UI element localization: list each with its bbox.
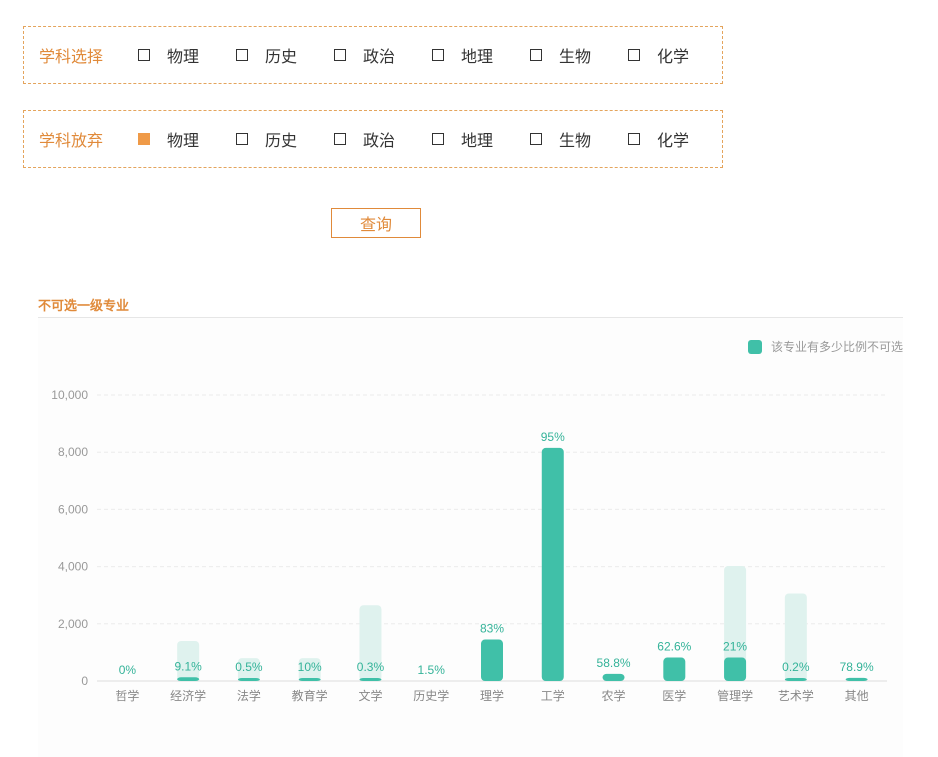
bar [724, 657, 747, 681]
y-tick-label: 2,000 [58, 617, 88, 631]
data-label: 0% [119, 663, 137, 677]
y-tick-label: 8,000 [58, 445, 88, 459]
data-label: 58.8% [597, 656, 631, 670]
x-tick-label: 管理学 [717, 688, 753, 703]
bar-chart: 0 2,000 4,000 6,000 8,000 10,000 0% 哲学 9.1% 经济学 0.… [51, 388, 887, 703]
bar [177, 677, 200, 681]
bar [359, 678, 382, 681]
bar [298, 678, 321, 681]
x-tick-label: 医学 [662, 688, 686, 703]
x-tick-label: 法学 [237, 688, 261, 703]
x-tick-label: 农学 [602, 688, 626, 703]
x-tick-label: 哲学 [115, 688, 139, 703]
data-label: 95% [541, 430, 565, 444]
y-tick-label: 10,000 [51, 388, 88, 402]
x-tick-label: 艺术学 [778, 688, 814, 703]
data-label: 0.5% [235, 660, 263, 674]
data-label: 62.6% [657, 640, 691, 654]
bar [784, 678, 807, 681]
bar [481, 639, 503, 681]
bar [845, 677, 868, 681]
data-label: 78.9% [840, 660, 874, 674]
y-tick-label: 0 [81, 674, 88, 688]
x-tick-label: 其他 [845, 689, 869, 703]
bar [663, 657, 686, 681]
x-tick-label: 理学 [480, 688, 504, 703]
bar [237, 678, 260, 681]
x-tick-label: 工学 [541, 688, 565, 703]
data-label: 9.1% [174, 659, 202, 673]
page: 学科选择 物理 历史 政治 地理 生物 化学 学科放弃 物理 历史 政治 地理 … [0, 0, 938, 757]
data-label: 0.3% [357, 660, 385, 674]
data-label: 83% [480, 622, 504, 636]
data-label: 21% [723, 640, 747, 654]
x-tick-label: 文学 [358, 688, 382, 703]
y-tick-label: 4,000 [58, 560, 88, 574]
x-tick-label: 经济学 [170, 688, 206, 703]
x-tick-label: 教育学 [292, 688, 328, 703]
y-tick-label: 6,000 [58, 502, 88, 516]
bar [541, 447, 564, 681]
data-label: 0.2% [782, 660, 810, 674]
bar [602, 673, 625, 681]
data-label: 1.5% [418, 663, 446, 677]
data-label: 10% [298, 660, 322, 674]
x-tick-label: 历史学 [413, 688, 449, 703]
